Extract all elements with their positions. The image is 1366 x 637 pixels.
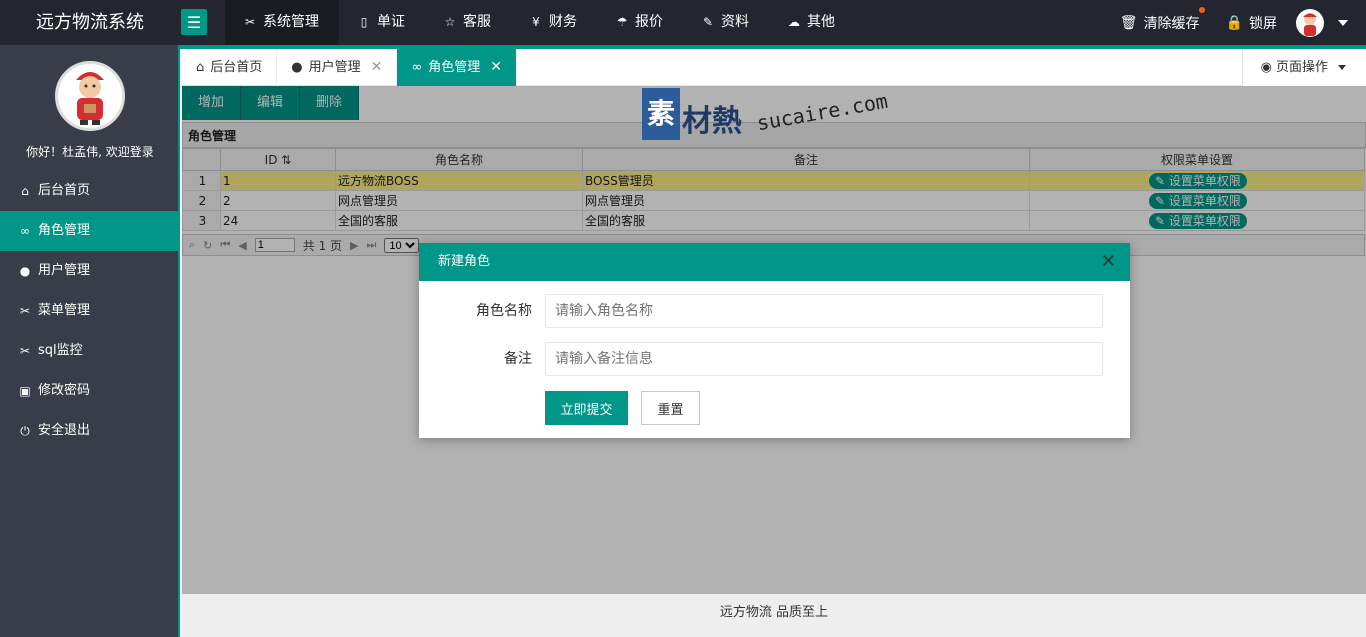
tools-icon: ✂	[244, 15, 256, 29]
watermark-url: sucaire.com	[754, 88, 890, 136]
hamburger-icon: ☰	[186, 12, 202, 32]
users-icon: ∞	[411, 60, 423, 75]
sidebar-item-roles[interactable]: ∞ 角色管理	[0, 211, 178, 251]
role-name-row: 角色名称	[419, 294, 1130, 328]
tab-roles[interactable]: ∞ 角色管理 ✕	[397, 49, 517, 86]
close-icon[interactable]: ✕	[1101, 243, 1116, 281]
sidebar-item-logout[interactable]: ⏻ 安全退出	[0, 411, 178, 451]
new-role-dialog: 新建角色 ✕ 角色名称 备注 立即提交 重置	[419, 243, 1130, 438]
watermark-logo: 素 材熱 sucaire.com	[642, 88, 892, 146]
notification-dot	[1198, 6, 1205, 13]
tab-bar: ⌂ 后台首页 ● 用户管理 ✕ ∞ 角色管理 ✕ ◉ 页面操作	[182, 49, 1366, 86]
watermark-text: 材熱	[682, 104, 742, 139]
submit-button[interactable]: 立即提交	[545, 391, 628, 425]
home-icon: ⌂	[196, 60, 205, 75]
side-menu: ⌂ 后台首页 ∞ 角色管理 ● 用户管理 ✂ 菜单管理 ✂ sql监控 ▣ 修改密码 ⏻ 安全…	[0, 171, 178, 451]
remark-row: 备注	[419, 342, 1130, 376]
edit-icon: ✎	[702, 15, 714, 29]
sidebar-item-sql-monitor[interactable]: ✂ sql监控	[0, 331, 178, 371]
topnav-item-other[interactable]: ☁ 其他	[769, 0, 855, 45]
lock-screen-button[interactable]: 🔒 锁屏	[1213, 13, 1290, 33]
profile-avatar	[55, 61, 125, 131]
topnav-item-system[interactable]: ✂ 系统管理	[225, 0, 339, 45]
users-icon: ∞	[20, 224, 30, 238]
role-name-label: 角色名称	[476, 303, 532, 319]
dialog-title: 新建角色	[438, 254, 491, 269]
lock-icon: 🔒	[1225, 14, 1243, 31]
chevron-down-icon	[1338, 65, 1346, 70]
tools-icon: ✂	[19, 304, 31, 318]
tab-home[interactable]: ⌂ 后台首页	[182, 49, 278, 86]
user-icon: ●	[291, 60, 303, 75]
welcome-text: 你好！杜孟伟, 欢迎登录	[26, 145, 154, 159]
trash-icon: 🗑	[1119, 14, 1138, 31]
image-icon: ▣	[19, 384, 31, 398]
close-icon[interactable]: ✕	[490, 49, 502, 86]
star-icon: ☆	[444, 15, 456, 29]
user-avatar[interactable]	[1296, 8, 1324, 37]
topnav-item-documents[interactable]: ▯ 单证	[339, 0, 425, 45]
topnav-item-data[interactable]: ✎ 资料	[683, 0, 769, 45]
reset-button[interactable]: 重置	[641, 391, 700, 425]
app-title: 远方物流系统	[36, 12, 144, 33]
sidebar-item-change-password[interactable]: ▣ 修改密码	[0, 371, 178, 411]
watermark-box: 素	[642, 88, 680, 140]
cloud-upload-icon: ☁	[788, 15, 800, 29]
topnav-item-service[interactable]: ☆ 客服	[425, 0, 511, 45]
tab-users[interactable]: ● 用户管理 ✕	[277, 49, 398, 86]
umbrella-icon: ☂	[616, 15, 628, 29]
home-icon: ⌂	[21, 184, 29, 198]
role-name-input[interactable]	[545, 294, 1103, 328]
dialog-header: 新建角色 ✕	[419, 243, 1130, 281]
sidebar-item-home[interactable]: ⌂ 后台首页	[0, 171, 178, 211]
tools-icon: ✂	[19, 344, 31, 358]
avatar-figure-icon	[76, 72, 104, 125]
topnav-item-finance[interactable]: ¥ 财务	[511, 0, 597, 45]
top-header: 远方物流系统 ☰ ✂ 系统管理 ▯ 单证 ☆ 客服 ¥ 财务 ☂ 报价 ✎ 资料 ☁ 其他 🗑…	[0, 0, 1366, 49]
power-icon: ⏻	[20, 424, 30, 438]
yen-icon: ¥	[532, 15, 540, 29]
page-operations-dropdown[interactable]: ◉ 页面操作	[1241, 49, 1366, 86]
clear-cache-button[interactable]: 🗑 清除缓存	[1107, 6, 1213, 33]
target-icon: ◉	[1260, 60, 1272, 75]
book-icon: ▯	[360, 15, 368, 29]
sidebar: 你好！杜孟伟, 欢迎登录 ⌂ 后台首页 ∞ 角色管理 ● 用户管理 ✂ 菜单管理 ✂ sq…	[0, 45, 180, 637]
header-right: 🗑 清除缓存 🔒 锁屏	[1107, 0, 1366, 45]
remark-input[interactable]	[545, 342, 1103, 376]
avatar-figure-icon	[1303, 12, 1317, 36]
close-icon[interactable]: ✕	[371, 49, 383, 86]
topnav-item-quote[interactable]: ☂ 报价	[597, 0, 683, 45]
user-icon: ●	[19, 264, 31, 278]
footer: 远方物流 品质至上	[182, 594, 1366, 637]
menu-toggle-button[interactable]: ☰	[181, 9, 207, 35]
remark-label: 备注	[504, 351, 532, 367]
sidebar-item-users[interactable]: ● 用户管理	[0, 251, 178, 291]
user-menu-caret[interactable]	[1338, 19, 1348, 26]
top-nav: ✂ 系统管理 ▯ 单证 ☆ 客服 ¥ 财务 ☂ 报价 ✎ 资料 ☁ 其他	[225, 0, 855, 45]
sidebar-item-menus[interactable]: ✂ 菜单管理	[0, 291, 178, 331]
